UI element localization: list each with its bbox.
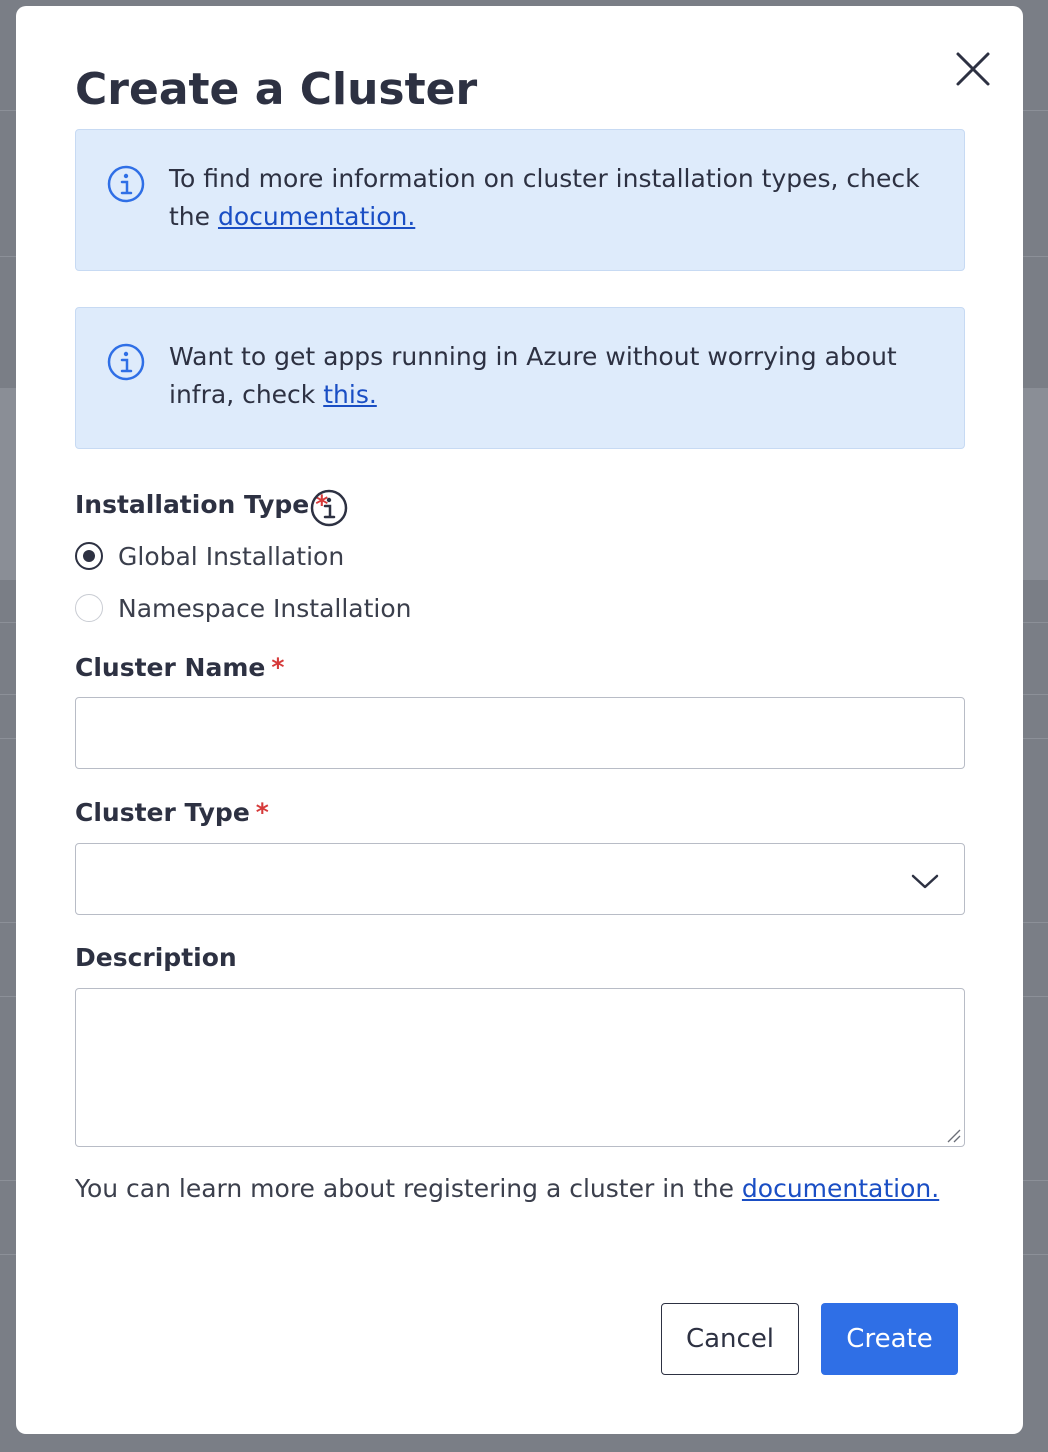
info-banner-azure: Want to get apps running in Azure withou… [75, 307, 965, 449]
radio-button[interactable] [75, 542, 103, 570]
cluster-type-label: Cluster Type * [75, 798, 269, 827]
description-label: Description [75, 943, 237, 972]
info-icon[interactable] [309, 488, 349, 528]
info-icon [107, 343, 145, 381]
radio-global-installation[interactable]: Global Installation [75, 540, 344, 572]
radio-label: Global Installation [118, 541, 345, 571]
cluster-name-input[interactable] [75, 697, 965, 769]
cancel-button[interactable]: Cancel [661, 1303, 799, 1375]
dialog-title: Create a Cluster [75, 64, 478, 115]
info-icon [107, 165, 145, 203]
required-asterisk: * [271, 653, 285, 682]
radio-namespace-installation[interactable]: Namespace Installation [75, 592, 412, 624]
create-button[interactable]: Create [821, 1303, 958, 1375]
info-banner-text: Want to get apps running in Azure withou… [169, 338, 949, 414]
close-icon [956, 52, 990, 86]
radio-label: Namespace Installation [118, 593, 412, 623]
cluster-type-select[interactable] [75, 843, 965, 915]
documentation-link[interactable]: documentation. [742, 1174, 939, 1203]
installation-type-label: Installation Type * [75, 490, 328, 519]
close-button[interactable] [948, 44, 998, 94]
azure-link[interactable]: this. [323, 380, 377, 409]
cluster-name-label-text: Cluster Name [75, 653, 266, 682]
info-banner-text: To find more information on cluster inst… [169, 160, 949, 236]
chevron-down-icon [911, 874, 939, 889]
resize-grip-icon[interactable] [945, 1127, 961, 1143]
footnote: You can learn more about registering a c… [75, 1174, 939, 1203]
cluster-name-label: Cluster Name * [75, 653, 284, 682]
radio-button[interactable] [75, 594, 103, 622]
installation-type-label-text: Installation Type [75, 490, 310, 519]
footnote-text: You can learn more about registering a c… [75, 1174, 742, 1203]
required-asterisk: * [255, 798, 269, 827]
info-banner-docs: To find more information on cluster inst… [75, 129, 965, 271]
info-banner-message: Want to get apps running in Azure withou… [169, 342, 897, 409]
description-textarea[interactable] [75, 988, 965, 1147]
cluster-type-label-text: Cluster Type [75, 798, 250, 827]
create-cluster-dialog: Create a Cluster To find more informatio… [16, 6, 1023, 1434]
documentation-link[interactable]: documentation. [218, 202, 415, 231]
